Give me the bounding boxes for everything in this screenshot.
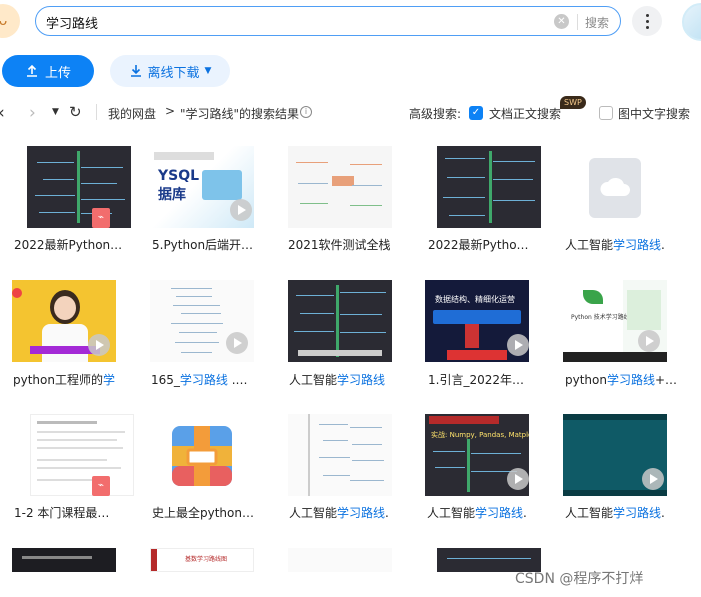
file-name[interactable]: 2021软件测试全栈 bbox=[288, 236, 418, 253]
search-query: 学习路线 bbox=[46, 17, 99, 32]
avatar[interactable] bbox=[682, 3, 701, 41]
file-name[interactable]: 人工智能学习路线. bbox=[427, 504, 557, 521]
file-name[interactable]: 165_学习路线 .… bbox=[151, 371, 281, 388]
file-thumbnail[interactable] bbox=[288, 146, 392, 228]
upload-button[interactable]: 上传 bbox=[2, 55, 94, 87]
svip-badge: SWP bbox=[560, 96, 586, 109]
breadcrumb-root[interactable]: 我的网盘 bbox=[108, 105, 156, 122]
file-thumbnail[interactable] bbox=[288, 414, 392, 496]
more-dot bbox=[646, 14, 649, 17]
archive-icon bbox=[172, 426, 232, 486]
info-icon[interactable]: i bbox=[300, 106, 312, 118]
thumb-title: YSQL bbox=[158, 168, 200, 184]
file-thumbnail[interactable] bbox=[288, 548, 392, 572]
clear-icon[interactable]: ✕ bbox=[554, 14, 569, 29]
more-options-button[interactable] bbox=[632, 6, 662, 36]
advanced-search-label: 高级搜索: bbox=[409, 107, 462, 121]
thumb-title: 数据结构、精细化运营 bbox=[435, 295, 515, 304]
more-dot bbox=[646, 20, 649, 23]
search-input[interactable]: 学习路线 ✕ 搜索 bbox=[35, 6, 621, 36]
more-dot bbox=[646, 26, 649, 29]
thumb-title: 基数学习路线图 bbox=[185, 556, 228, 563]
play-icon[interactable] bbox=[642, 468, 664, 490]
thumb-title: Python 技术学习路线 bbox=[571, 314, 630, 321]
play-icon[interactable] bbox=[507, 334, 529, 356]
search-button[interactable]: 搜索 bbox=[585, 14, 609, 31]
file-name[interactable]: python学习路线+… bbox=[565, 371, 695, 388]
cloud-icon bbox=[600, 177, 630, 196]
play-icon[interactable] bbox=[230, 199, 252, 221]
thumb-title: 实战: Numpy, Pandas, Matplo bbox=[431, 431, 529, 439]
file-thumbnail[interactable]: 基数学习路线图 bbox=[150, 548, 254, 572]
forward-icon[interactable]: › bbox=[29, 103, 36, 123]
file-name[interactable]: 2022最新Python… bbox=[14, 236, 144, 253]
file-thumbnail[interactable] bbox=[150, 414, 254, 496]
file-thumbnail[interactable] bbox=[437, 146, 541, 228]
pdf-icon: ⌁ bbox=[92, 476, 110, 496]
watermark: CSDN @程序不打烊 bbox=[515, 571, 644, 587]
file-name[interactable]: 人工智能学习路线 bbox=[289, 371, 419, 388]
back-icon[interactable]: ‹ bbox=[0, 103, 5, 123]
file-name[interactable]: 5.Python后端开… bbox=[152, 236, 282, 253]
fulltext-checkbox[interactable]: ✓ bbox=[469, 106, 483, 120]
file-name[interactable]: 人工智能学习路线. bbox=[289, 504, 419, 521]
file-thumbnail[interactable] bbox=[575, 146, 679, 228]
file-thumbnail[interactable] bbox=[12, 548, 116, 572]
offline-download-button[interactable]: 离线下载 ▼ bbox=[110, 55, 230, 87]
file-name[interactable]: 史上最全python… bbox=[152, 504, 282, 521]
play-icon[interactable] bbox=[226, 332, 248, 354]
file-name[interactable]: 1-2 本门课程最… bbox=[14, 504, 144, 521]
file-thumbnail[interactable] bbox=[27, 146, 131, 228]
breadcrumb-separator: > bbox=[165, 104, 176, 118]
thumb-subtitle: 据库 bbox=[158, 187, 186, 203]
search-divider bbox=[577, 14, 578, 30]
fulltext-label[interactable]: 文档正文搜索 bbox=[489, 105, 561, 122]
upload-label: 上传 bbox=[44, 65, 71, 81]
image-text-label[interactable]: 图中文字搜索 bbox=[618, 105, 690, 122]
nav-divider bbox=[96, 104, 97, 120]
file-name[interactable]: 人工智能学习路线. bbox=[565, 504, 695, 521]
chevron-down-icon: ▼ bbox=[204, 66, 212, 76]
download-icon bbox=[130, 65, 141, 77]
play-icon[interactable] bbox=[507, 468, 529, 490]
file-name[interactable]: python工程师的学 bbox=[13, 371, 143, 388]
play-icon[interactable] bbox=[88, 334, 110, 356]
file-name[interactable]: 2022最新Pytho… bbox=[428, 236, 558, 253]
pdf-icon: ⌁ bbox=[92, 208, 110, 228]
file-name[interactable]: 1.引言_2022年… bbox=[428, 371, 558, 388]
app-logo[interactable]: ᴗ bbox=[0, 4, 20, 38]
play-icon[interactable] bbox=[638, 330, 660, 352]
offline-label: 离线下载 bbox=[147, 65, 200, 81]
file-thumbnail[interactable] bbox=[30, 414, 134, 496]
image-text-checkbox[interactable] bbox=[599, 106, 613, 120]
breadcrumb-current: "学习路线"的搜索结果 bbox=[180, 107, 300, 121]
file-name[interactable]: 人工智能学习路线. bbox=[565, 236, 695, 253]
file-thumbnail[interactable] bbox=[288, 280, 392, 362]
upload-icon bbox=[26, 64, 37, 77]
history-dropdown-icon[interactable]: ▼ bbox=[52, 107, 59, 117]
refresh-icon[interactable]: ↻ bbox=[69, 103, 82, 121]
